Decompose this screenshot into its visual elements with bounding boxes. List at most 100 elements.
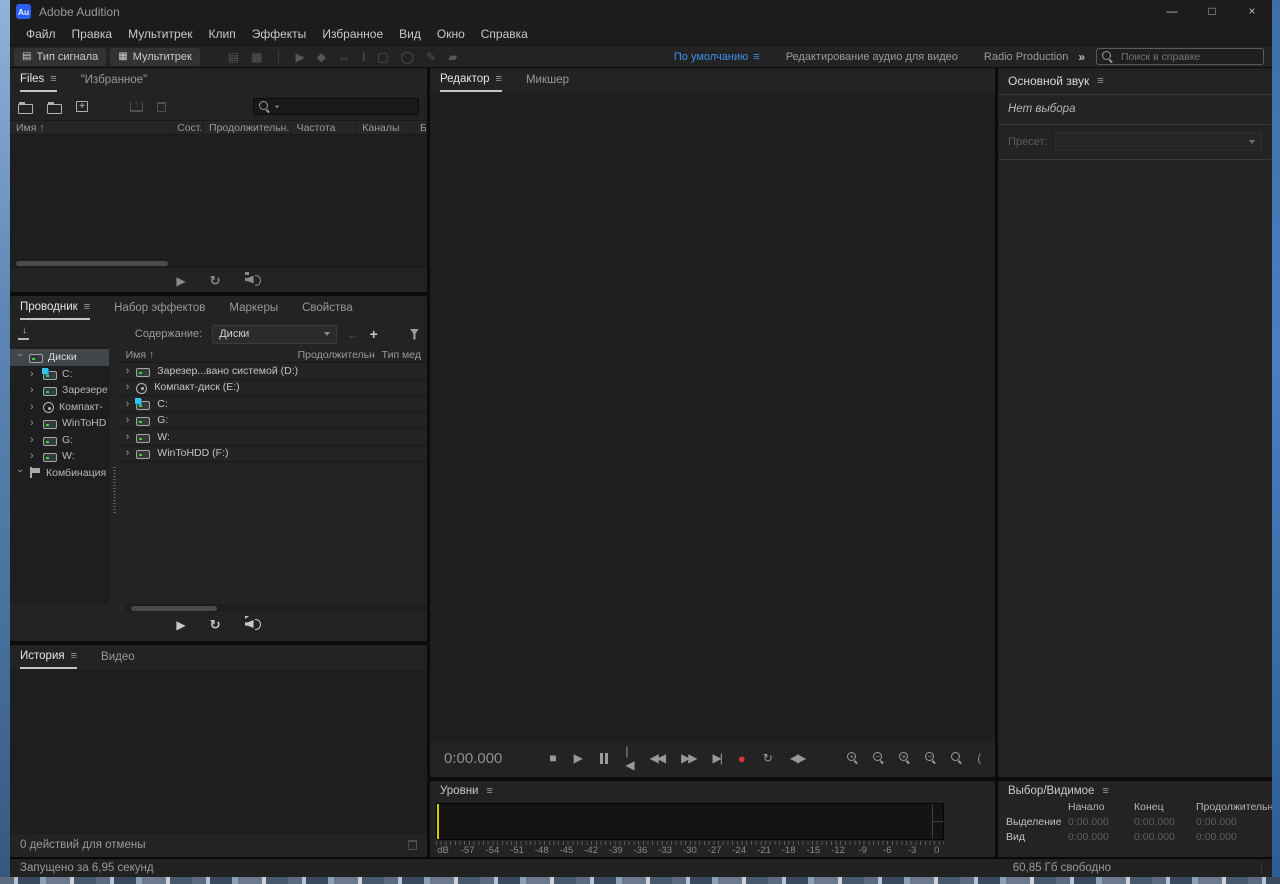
view-end-value[interactable]: 0:00.000 xyxy=(1134,831,1196,843)
open-file-icon[interactable] xyxy=(18,104,33,114)
tree-item-reserved[interactable]: › Зарезере xyxy=(24,382,109,399)
zoom-full-icon[interactable] xyxy=(951,752,963,764)
workspace-menu-icon[interactable]: ≡ xyxy=(753,51,759,63)
menu-view[interactable]: Вид xyxy=(391,23,429,45)
slip-tool-icon[interactable]: ↔ xyxy=(338,50,350,64)
column-bitdepth[interactable]: Би xyxy=(414,122,427,134)
column-media-type[interactable]: Тип мед xyxy=(376,349,427,361)
help-search-input[interactable] xyxy=(1119,50,1249,64)
selection-duration-value[interactable]: 0:00.000 xyxy=(1196,816,1272,828)
tab-media-browser[interactable]: Проводник ≡ xyxy=(20,297,90,320)
tree-item-cdrom[interactable]: › Компакт- xyxy=(24,399,109,416)
pause-button[interactable] xyxy=(600,753,609,764)
chevron-right-icon[interactable]: › xyxy=(30,368,38,380)
chevron-right-icon[interactable]: › xyxy=(126,365,130,377)
files-hscrollbar[interactable] xyxy=(10,259,427,267)
drive-row-g[interactable]: › G: xyxy=(120,413,427,430)
autoplay-speaker-icon[interactable] xyxy=(245,274,261,285)
preview-autoplay-wrap[interactable] xyxy=(245,616,261,634)
column-channels[interactable]: Каналы xyxy=(356,122,414,134)
browser-hscroll-thumb[interactable] xyxy=(131,606,217,611)
minimize-button[interactable]: — xyxy=(1152,0,1192,23)
menu-edit[interactable]: Правка xyxy=(64,23,121,45)
zoom-in-horizontal-icon[interactable]: + xyxy=(899,752,911,764)
tab-favorites[interactable]: "Избранное" xyxy=(81,69,147,92)
menu-favorites[interactable]: Избранное xyxy=(314,23,391,45)
stop-button[interactable]: ■ xyxy=(549,751,556,765)
clear-history-trash-icon[interactable] xyxy=(408,840,417,850)
waveform-display-icon[interactable]: ▤ xyxy=(228,50,239,64)
files-search-box[interactable] xyxy=(253,98,419,115)
autoplay-speaker-icon[interactable] xyxy=(245,618,261,629)
multitrack-view-button[interactable]: ▦ Мультитрек xyxy=(110,48,200,66)
move-to-start-button[interactable]: |◀ xyxy=(625,744,632,772)
move-to-end-button[interactable]: ▶| xyxy=(713,751,721,765)
drive-row-f[interactable]: › WinToHDD (F:) xyxy=(120,446,427,463)
time-selection-tool-icon[interactable]: I xyxy=(362,50,365,64)
panel-menu-icon[interactable]: ≡ xyxy=(84,297,90,318)
zoom-out-horizontal-icon[interactable]: − xyxy=(925,752,937,764)
loop-playback-button[interactable]: ↻ xyxy=(763,751,773,765)
panel-menu-icon[interactable]: ≡ xyxy=(486,785,492,797)
column-samplerate[interactable]: Частота xyxy=(291,122,357,134)
preview-play-icon[interactable]: ▶ xyxy=(176,274,185,288)
panel-menu-icon[interactable]: ≡ xyxy=(71,646,77,667)
chevron-right-icon[interactable]: › xyxy=(126,431,130,443)
zoom-in-vertical-icon[interactable]: + xyxy=(847,752,859,764)
drive-row-d[interactable]: › Зарезер...вано системой (D:) xyxy=(120,363,427,380)
column-name[interactable]: Имя ↑ xyxy=(120,349,292,361)
chevron-right-icon[interactable]: › xyxy=(30,450,38,462)
tab-editor[interactable]: Редактор ≡ xyxy=(440,69,502,92)
files-hscroll-thumb[interactable] xyxy=(16,261,168,266)
workspace-audio-for-video[interactable]: Редактирование аудио для видео xyxy=(786,51,958,63)
chevron-right-icon[interactable]: › xyxy=(30,417,38,429)
chevron-down-icon[interactable]: › xyxy=(14,469,26,477)
drive-row-e[interactable]: › Компакт-диск (E:) xyxy=(120,380,427,397)
tree-splitter-grip[interactable] xyxy=(109,347,119,604)
chevron-right-icon[interactable]: › xyxy=(30,401,38,413)
drive-row-c[interactable]: › C: xyxy=(120,396,427,413)
filter-funnel-icon[interactable] xyxy=(410,329,419,340)
delete-icon[interactable] xyxy=(157,102,166,112)
panel-menu-icon[interactable]: ≡ xyxy=(1102,785,1108,797)
zoom-out-vertical-icon[interactable]: − xyxy=(873,752,885,764)
paintbrush-tool-icon[interactable]: ✎ xyxy=(426,50,436,64)
files-list-empty[interactable] xyxy=(10,135,427,259)
column-duration[interactable]: Продолжительн... xyxy=(203,122,291,134)
history-list-empty[interactable] xyxy=(10,670,427,833)
workspace-overflow-icon[interactable]: » xyxy=(1078,50,1084,64)
waveform-view-button[interactable]: ▤ Тип сигнала xyxy=(14,48,106,66)
chevron-right-icon[interactable]: › xyxy=(126,381,130,393)
menu-file[interactable]: Файл xyxy=(18,23,64,45)
help-search-box[interactable] xyxy=(1096,48,1264,65)
column-name[interactable]: Имя ↑ xyxy=(10,122,171,134)
preview-loop-icon[interactable]: ↻ xyxy=(210,273,221,289)
add-icon[interactable]: + xyxy=(370,326,378,342)
tab-files[interactable]: Files ≡ xyxy=(20,69,57,92)
timecode-display[interactable]: 0:00.000 xyxy=(444,750,502,767)
chevron-right-icon[interactable]: › xyxy=(30,434,38,446)
razor-tool-icon[interactable]: ◆ xyxy=(317,50,326,64)
panel-menu-icon[interactable]: ≡ xyxy=(1097,75,1103,87)
panel-menu-icon[interactable]: ≡ xyxy=(50,69,56,90)
chevron-down-icon[interactable]: › xyxy=(14,353,26,361)
view-duration-value[interactable]: 0:00.000 xyxy=(1196,831,1272,843)
menu-clip[interactable]: Клип xyxy=(201,23,244,45)
column-duration[interactable]: Продолжительн... xyxy=(292,349,376,361)
panel-menu-icon[interactable]: ≡ xyxy=(496,69,502,90)
menu-help[interactable]: Справка xyxy=(473,23,536,45)
column-status[interactable]: Сост... xyxy=(171,122,203,134)
files-search-input[interactable] xyxy=(283,100,403,114)
insert-into-multitrack-icon[interactable] xyxy=(130,102,143,112)
close-button[interactable]: × xyxy=(1232,0,1272,23)
record-button[interactable]: ● xyxy=(738,751,746,766)
preview-loop-icon[interactable]: ↻ xyxy=(210,617,221,633)
preset-dropdown[interactable] xyxy=(1055,132,1263,151)
skip-selection-button[interactable]: ◀▶ xyxy=(790,751,804,765)
preview-play-icon[interactable]: ▶ xyxy=(176,618,185,632)
spot-healing-brush-tool-icon[interactable]: ▰ xyxy=(448,50,457,64)
back-icon[interactable]: ← xyxy=(347,327,360,342)
marquee-selection-tool-icon[interactable]: ▢ xyxy=(377,50,388,64)
chevron-right-icon[interactable]: › xyxy=(126,414,130,426)
tree-item-drives[interactable]: › Диски xyxy=(10,349,109,366)
